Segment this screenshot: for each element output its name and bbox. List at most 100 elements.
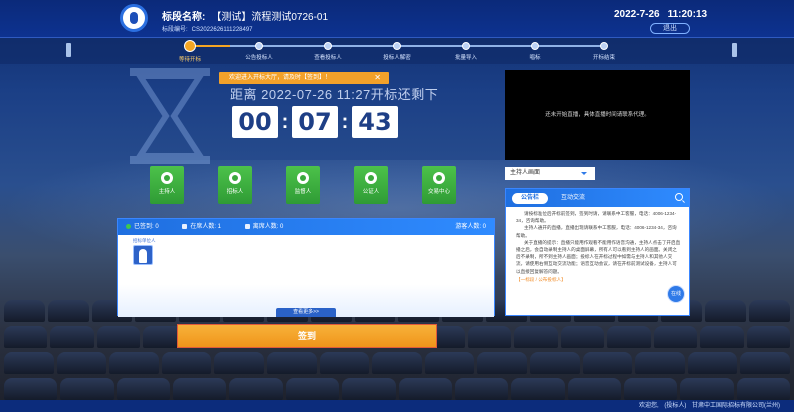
role-label: 公证人	[362, 189, 380, 195]
step-dot	[324, 42, 332, 50]
clock-time: 11:20:13	[667, 9, 708, 20]
view-select[interactable]: 主持人画面	[505, 167, 595, 180]
seat-row	[0, 378, 794, 400]
seat	[477, 352, 527, 374]
seat	[266, 352, 317, 374]
seat	[424, 352, 475, 374]
seat	[529, 352, 580, 374]
right-side-tab[interactable]	[732, 43, 737, 57]
online-count: 在席人数: 1	[182, 224, 221, 230]
sign-in-button[interactable]: 签到	[177, 324, 437, 348]
step-label: 公告投标人	[245, 55, 273, 61]
role-host-button[interactable]: 主持人	[150, 166, 184, 204]
view-more-button[interactable]: 查看更多>>	[276, 308, 336, 317]
live-video-area: 还未开始直播，具体直播时间请联系代理。	[505, 70, 690, 160]
attendance-stats: 已签到: 0 在席人数: 1 离席人数: 0 游客人数: 0	[118, 219, 494, 235]
seat	[687, 352, 738, 374]
timer-separator: :	[281, 110, 289, 133]
chat-float-button[interactable]: 在线	[667, 285, 685, 303]
step-view: 查看投标人	[298, 41, 358, 61]
offline-count: 离席人数: 0	[245, 224, 284, 230]
seat	[468, 326, 512, 348]
announcement-paragraph: 请按标准位后开标前签到，签到时请，请联系中工客服，电话：4006-1234-34…	[516, 211, 677, 224]
seat	[514, 326, 558, 348]
signed-count: 已签到: 0	[126, 224, 159, 230]
seat	[736, 378, 791, 400]
step-label: 投标人解密	[383, 55, 411, 61]
logo-icon	[120, 4, 148, 32]
project-title: 标段名称: 【测试】流程测试0726-01	[162, 8, 328, 23]
seat	[342, 378, 396, 400]
step-announce: 公告投标人	[229, 41, 289, 61]
seat	[623, 378, 678, 400]
role-label: 交易中心	[427, 189, 450, 195]
seat	[4, 378, 58, 400]
seat-row	[0, 352, 794, 374]
seat	[4, 300, 45, 322]
seat	[653, 326, 698, 348]
seat	[50, 326, 94, 348]
step-dot	[255, 42, 263, 50]
seat	[705, 300, 747, 322]
seat	[173, 378, 227, 400]
person-icon	[133, 245, 153, 265]
view-select-value: 主持人画面	[510, 170, 541, 176]
seat	[680, 378, 734, 400]
seat	[229, 378, 283, 400]
close-icon[interactable]: ✕	[374, 72, 381, 84]
role-tenderee-button[interactable]: 招标人	[218, 166, 252, 204]
seat	[746, 326, 790, 348]
welcome-notice: 欢迎进入开标大厅，请及时【签到】！ ✕	[219, 72, 389, 84]
attendee-item[interactable]: 招标单位人	[133, 238, 156, 265]
step-label: 批量导入	[454, 55, 477, 61]
seat	[319, 352, 370, 374]
seat	[740, 352, 790, 374]
trade-center-icon	[433, 172, 445, 184]
role-notary-button[interactable]: 公证人	[354, 166, 388, 204]
left-side-tab[interactable]	[66, 43, 71, 57]
seat	[96, 326, 141, 348]
attendee-list: 招标单位人 查看更多>>	[118, 235, 494, 317]
visitor-count: 游客人数: 0	[455, 224, 486, 230]
seat	[56, 352, 107, 374]
step-label: 开标结束	[592, 55, 615, 61]
title-label: 标段名称:	[162, 12, 206, 23]
step-label: 等待开标	[178, 57, 201, 63]
countdown-text: 距离 2022-07-26 11:27开标还剩下	[230, 87, 439, 102]
announcement-paragraph: 关于直播的提示：直播只能用作观看不能用作语音沟通，主持人点击了开启直播之后，会自…	[516, 239, 681, 274]
attendance-panel: 已签到: 0 在席人数: 1 离席人数: 0 游客人数: 0 招标单位人 查看更…	[117, 218, 495, 317]
supervisor-icon	[297, 172, 309, 184]
seat	[116, 378, 171, 400]
step-dot	[531, 42, 539, 50]
footer-role: (投标人)	[664, 403, 687, 409]
tab-interaction[interactable]: 互动交流	[561, 193, 585, 204]
seat	[4, 352, 54, 374]
role-trade-center-button[interactable]: 交易中心	[422, 166, 456, 204]
exit-button[interactable]: 退出	[650, 23, 690, 34]
step-sing: 唱标	[505, 41, 565, 61]
footer-company: 甘肃中工国际招标有限公司(兰州)	[692, 403, 780, 409]
tab-announcement[interactable]: 公告栏	[512, 193, 548, 204]
seat	[47, 300, 89, 322]
step-dot	[393, 42, 401, 50]
chevron-down-icon	[581, 172, 587, 175]
step-import: 批量导入	[436, 41, 496, 61]
announcement-panel: 公告栏 互动交流 请按标准位后开标前签到，签到时请，请联系中工客服，电话：400…	[505, 188, 690, 316]
seat	[511, 378, 565, 400]
step-dot	[600, 42, 608, 50]
announcement-section-link[interactable]: 【一标段 / 公布投标人】	[516, 276, 681, 283]
seat	[567, 378, 621, 400]
timer-seconds: 43	[352, 106, 398, 138]
search-icon[interactable]	[675, 193, 683, 201]
seat	[582, 352, 633, 374]
step-label: 唱标	[529, 55, 541, 61]
seat	[635, 352, 685, 374]
seat	[285, 378, 340, 400]
role-label: 招标人	[226, 189, 244, 195]
announcement-paragraph: 主持人通开的直播，直播出现请联系中工客服，电话：4006-1234-34，咨询帮…	[516, 225, 677, 238]
project-code: 标段编号: CS2022626111228497	[162, 24, 257, 33]
seat	[454, 378, 509, 400]
clock: 2022-7-26 11:20:13	[614, 9, 715, 20]
notice-text: 欢迎进入开标大厅，请及时【签到】！	[229, 75, 332, 81]
role-supervisor-button[interactable]: 监督人	[286, 166, 320, 204]
